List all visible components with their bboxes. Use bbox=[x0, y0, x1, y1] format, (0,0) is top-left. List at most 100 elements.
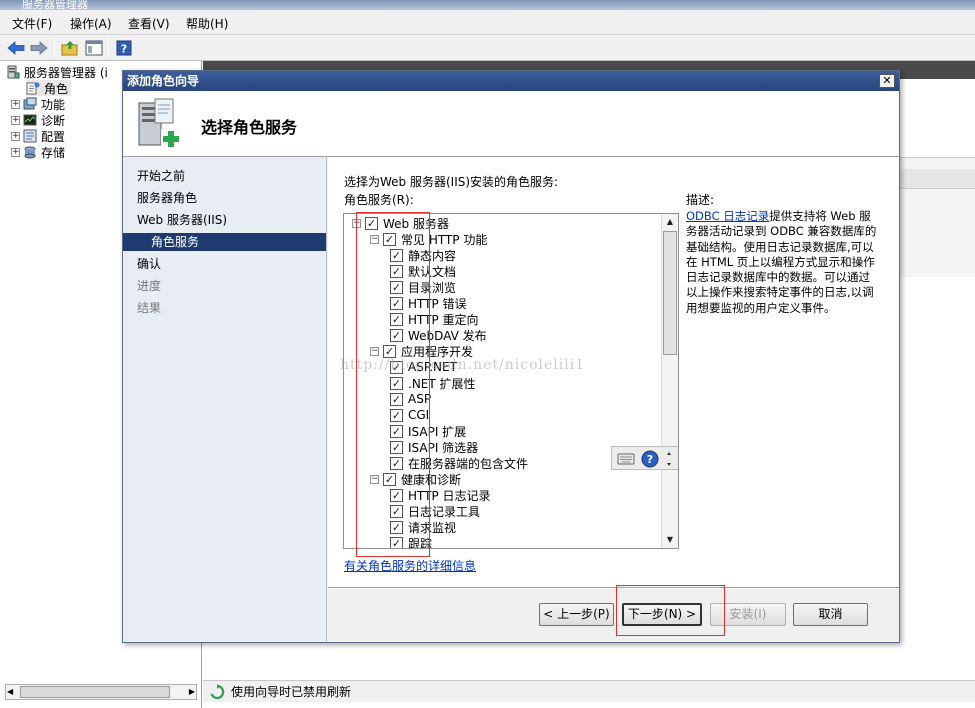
checkbox[interactable]: ✓ bbox=[390, 424, 403, 438]
forward-arrow-icon[interactable] bbox=[29, 38, 49, 57]
tree-horizontal-scrollbar[interactable]: ◀ ▶ bbox=[5, 684, 197, 700]
role-service-label: 健康和诊断 bbox=[401, 472, 462, 487]
role-service-item[interactable]: ✓ WebDAV 发布 bbox=[390, 327, 487, 343]
checkbox[interactable]: ✓ bbox=[390, 328, 403, 342]
role-service-item[interactable]: ✓ 请求监视 bbox=[390, 519, 456, 535]
role-service-label: 静态内容 bbox=[408, 248, 457, 263]
scroll-down-icon[interactable]: ▼ bbox=[662, 532, 678, 548]
role-service-label: ASP bbox=[408, 392, 432, 406]
role-service-item[interactable]: ✓ HTTP 日志记录 bbox=[390, 487, 491, 503]
checkbox[interactable]: ✓ bbox=[390, 408, 403, 422]
role-service-label: 在服务器端的包含文件 bbox=[408, 456, 529, 471]
role-service-item[interactable]: − ✓ 应用程序开发 bbox=[370, 343, 473, 359]
expand-icon[interactable]: + bbox=[11, 99, 20, 109]
cancel-button[interactable]: 取消 bbox=[793, 603, 868, 626]
nav-step-before-you-begin[interactable]: 开始之前 bbox=[137, 167, 185, 185]
checkbox[interactable]: ✓ bbox=[390, 312, 403, 326]
toolbar: ? bbox=[0, 35, 975, 61]
role-service-item[interactable]: ✓ ISAPI 扩展 bbox=[390, 423, 466, 439]
odbc-logging-link[interactable]: ODBC 日志记录 bbox=[686, 209, 769, 223]
help-icon[interactable]: ? bbox=[114, 38, 134, 57]
role-service-item[interactable]: ✓ 跟踪 bbox=[390, 535, 432, 548]
checkbox[interactable]: ✓ bbox=[390, 296, 403, 310]
keyboard-icon[interactable] bbox=[616, 449, 636, 468]
checkbox[interactable]: ✓ bbox=[365, 216, 378, 230]
role-service-item[interactable]: ✓ .NET 扩展性 bbox=[390, 375, 476, 391]
role-service-item[interactable]: ✓ CGI bbox=[390, 407, 429, 423]
svg-text:?: ? bbox=[121, 42, 127, 55]
close-button[interactable]: ✕ bbox=[879, 74, 895, 88]
role-service-item[interactable]: ✓ HTTP 重定向 bbox=[390, 311, 479, 327]
checkbox[interactable]: ✓ bbox=[390, 248, 403, 262]
nav-step-web-server-iis[interactable]: Web 服务器(IIS) bbox=[137, 211, 227, 229]
expand-icon[interactable]: + bbox=[11, 115, 20, 125]
checkbox[interactable]: ✓ bbox=[390, 520, 403, 534]
up-folder-icon[interactable] bbox=[60, 38, 80, 57]
tree-item-server-manager[interactable]: 服务器管理器 (i bbox=[6, 64, 108, 80]
role-service-item[interactable]: − ✓ 健康和诊断 bbox=[370, 471, 461, 487]
role-service-item[interactable]: ✓ ASP bbox=[390, 391, 431, 407]
checkbox[interactable]: ✓ bbox=[390, 280, 403, 294]
menu-help[interactable]: 帮助(H) bbox=[186, 15, 228, 32]
expand-icon[interactable]: + bbox=[11, 147, 20, 157]
tree-item-roles[interactable]: 角色 bbox=[26, 80, 72, 96]
more-info-link[interactable]: 有关角色服务的详细信息 bbox=[344, 557, 476, 574]
collapse-icon[interactable]: − bbox=[370, 346, 379, 356]
collapse-icon[interactable]: − bbox=[352, 218, 361, 228]
role-service-item[interactable]: ✓ 日志记录工具 bbox=[390, 503, 480, 519]
vertical-scrollbar[interactable]: ▲ ▼ bbox=[661, 214, 678, 548]
checkbox[interactable]: ✓ bbox=[383, 232, 396, 246]
menu-file[interactable]: 文件(F) bbox=[12, 15, 52, 32]
help-circle-icon[interactable]: ? bbox=[640, 449, 660, 468]
role-service-item[interactable]: ✓ 目录浏览 bbox=[390, 279, 456, 295]
checkbox[interactable]: ✓ bbox=[390, 392, 403, 406]
role-service-label: 请求监视 bbox=[408, 520, 457, 535]
role-service-item[interactable]: − ✓ Web 服务器 bbox=[352, 215, 449, 231]
tree-item-storage[interactable]: + 存储 bbox=[11, 144, 65, 160]
checkbox[interactable]: ✓ bbox=[383, 472, 396, 486]
tree-item-label: 配置 bbox=[41, 129, 66, 144]
role-service-item[interactable]: ✓ ASP.NET bbox=[390, 359, 457, 375]
checkbox[interactable]: ✓ bbox=[390, 504, 403, 518]
checkbox[interactable]: ✓ bbox=[390, 376, 403, 390]
nav-step-results: 结果 bbox=[137, 301, 162, 315]
role-service-label: 应用程序开发 bbox=[401, 344, 474, 359]
role-service-item[interactable]: − ✓ 常见 HTTP 功能 bbox=[370, 231, 487, 247]
show-hide-console-tree-icon[interactable] bbox=[84, 38, 104, 57]
role-service-item[interactable]: ✓ 默认文档 bbox=[390, 263, 456, 279]
back-arrow-icon[interactable] bbox=[6, 38, 26, 57]
checkbox[interactable]: ✓ bbox=[383, 344, 396, 358]
role-service-item[interactable]: ✓ 静态内容 bbox=[390, 247, 456, 263]
checkbox[interactable]: ✓ bbox=[390, 456, 403, 470]
previous-button[interactable]: < 上一步(P) bbox=[539, 603, 614, 626]
scroll-thumb[interactable] bbox=[663, 231, 677, 355]
role-service-label: WebDAV 发布 bbox=[408, 328, 487, 343]
tree-item-diagnostics[interactable]: + 诊断 bbox=[11, 112, 65, 128]
role-service-item[interactable]: ✓ 在服务器端的包含文件 bbox=[390, 455, 528, 471]
menu-action[interactable]: 操作(A) bbox=[70, 15, 112, 32]
next-button[interactable]: 下一步(N) > bbox=[622, 603, 702, 626]
scroll-up-icon[interactable]: ▲ bbox=[662, 214, 678, 230]
role-service-item[interactable]: ✓ ISAPI 筛选器 bbox=[390, 439, 478, 455]
diagnostics-icon bbox=[23, 113, 37, 127]
tree-item-features[interactable]: + 功能 bbox=[11, 96, 65, 112]
toolbar-options-icon[interactable] bbox=[662, 449, 676, 468]
checkbox[interactable]: ✓ bbox=[390, 440, 403, 454]
scroll-left-icon[interactable]: ◀ bbox=[7, 687, 13, 696]
checkbox[interactable]: ✓ bbox=[390, 360, 403, 374]
menu-view[interactable]: 查看(V) bbox=[128, 15, 170, 32]
nav-step-confirmation[interactable]: 确认 bbox=[137, 255, 161, 273]
checkbox[interactable]: ✓ bbox=[390, 264, 403, 278]
collapse-icon[interactable]: − bbox=[370, 474, 379, 484]
role-service-label: Web 服务器 bbox=[383, 216, 449, 231]
checkbox[interactable]: ✓ bbox=[390, 488, 403, 502]
role-service-item[interactable]: ✓ HTTP 错误 bbox=[390, 295, 467, 311]
checkbox[interactable]: ✓ bbox=[390, 536, 403, 548]
collapse-icon[interactable]: − bbox=[370, 234, 379, 244]
nav-step-server-roles[interactable]: 服务器角色 bbox=[137, 189, 197, 207]
scroll-right-icon[interactable]: ▶ bbox=[189, 687, 195, 696]
expand-icon[interactable]: + bbox=[11, 131, 20, 141]
tree-item-configuration[interactable]: + 配置 bbox=[11, 128, 65, 144]
role-services-tree[interactable]: − ✓ Web 服务器 − ✓ 常见 HTTP 功能 ✓ 静态内容 ✓ 默认文档 ✓ 目录浏览 ✓ HTT… bbox=[343, 213, 679, 549]
nav-step-role-services[interactable]: 角色服务 bbox=[123, 233, 326, 251]
